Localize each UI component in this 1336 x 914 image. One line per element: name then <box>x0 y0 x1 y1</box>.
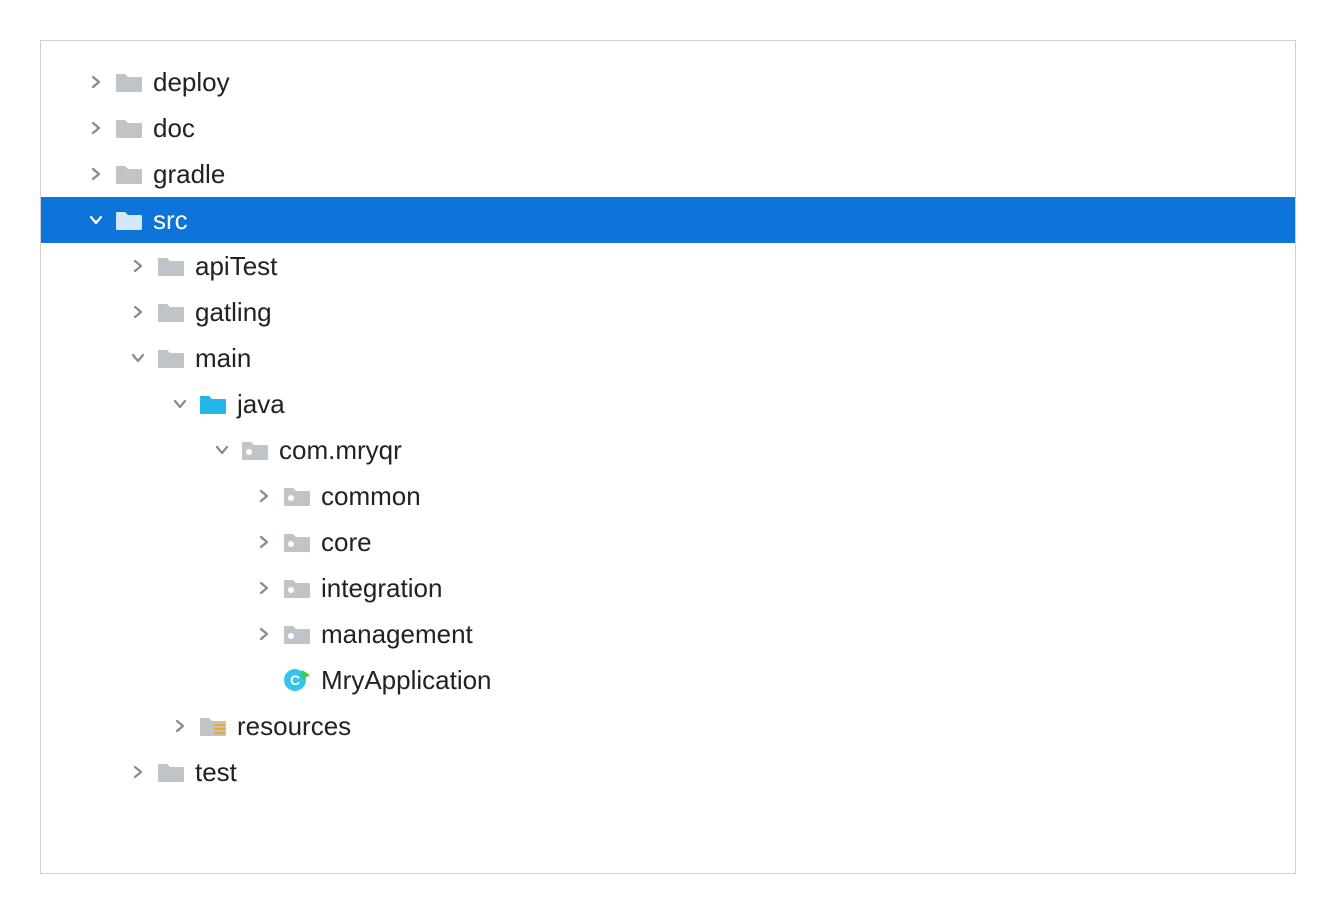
source-folder-icon <box>195 390 231 418</box>
runnable-class-icon: C <box>279 666 315 694</box>
folder-icon <box>153 252 189 280</box>
chevron-right-icon[interactable] <box>81 120 111 136</box>
package-icon <box>279 574 315 602</box>
folder-icon <box>111 68 147 96</box>
chevron-right-icon[interactable] <box>165 718 195 734</box>
chevron-right-icon[interactable] <box>249 488 279 504</box>
tree-item[interactable]: apiTest <box>41 243 1295 289</box>
folder-icon <box>111 160 147 188</box>
tree-item-label: gradle <box>151 159 225 190</box>
folder-icon <box>153 344 189 372</box>
tree-item-label: MryApplication <box>319 665 492 696</box>
tree-item[interactable]: main <box>41 335 1295 381</box>
tree-item[interactable]: C MryApplication <box>41 657 1295 703</box>
folder-icon <box>111 114 147 142</box>
tree-item-label: doc <box>151 113 195 144</box>
tree-item-label: deploy <box>151 67 230 98</box>
folder-icon <box>153 758 189 786</box>
tree-item-label: resources <box>235 711 351 742</box>
tree-item[interactable]: doc <box>41 105 1295 151</box>
package-icon <box>279 620 315 648</box>
chevron-down-icon[interactable] <box>123 350 153 366</box>
chevron-down-icon[interactable] <box>81 212 111 228</box>
tree-item[interactable]: integration <box>41 565 1295 611</box>
project-tree-panel: deploy doc gradle srcapiTest gatling main java… <box>40 40 1296 874</box>
tree-item[interactable]: java <box>41 381 1295 427</box>
tree-item-label: common <box>319 481 421 512</box>
tree-item[interactable]: test <box>41 749 1295 795</box>
svg-text:C: C <box>290 672 300 688</box>
chevron-right-icon[interactable] <box>249 580 279 596</box>
tree-item[interactable]: common <box>41 473 1295 519</box>
resources-folder-icon <box>195 712 231 740</box>
tree-item-label: gatling <box>193 297 272 328</box>
tree-item[interactable]: core <box>41 519 1295 565</box>
chevron-right-icon[interactable] <box>249 626 279 642</box>
chevron-right-icon[interactable] <box>81 74 111 90</box>
tree-item[interactable]: gatling <box>41 289 1295 335</box>
tree-item-label: core <box>319 527 372 558</box>
tree-item[interactable]: deploy <box>41 59 1295 105</box>
chevron-right-icon[interactable] <box>249 534 279 550</box>
tree-item-label: com.mryqr <box>277 435 402 466</box>
tree-item-label: java <box>235 389 285 420</box>
package-icon <box>279 528 315 556</box>
tree-item[interactable]: com.mryqr <box>41 427 1295 473</box>
tree-item-label: integration <box>319 573 442 604</box>
tree-item[interactable]: management <box>41 611 1295 657</box>
folder-icon <box>153 298 189 326</box>
tree-item-label: management <box>319 619 473 650</box>
chevron-right-icon[interactable] <box>123 258 153 274</box>
project-tree: deploy doc gradle srcapiTest gatling main java… <box>41 59 1295 795</box>
chevron-right-icon[interactable] <box>123 304 153 320</box>
chevron-right-icon[interactable] <box>81 166 111 182</box>
folder-icon <box>111 206 147 234</box>
tree-item-label: src <box>151 205 188 236</box>
tree-item[interactable]: gradle <box>41 151 1295 197</box>
tree-item-label: test <box>193 757 237 788</box>
tree-item-label: main <box>193 343 251 374</box>
chevron-right-icon[interactable] <box>123 764 153 780</box>
package-icon <box>237 436 273 464</box>
tree-item-label: apiTest <box>193 251 277 282</box>
tree-item[interactable]: src <box>41 197 1295 243</box>
chevron-down-icon[interactable] <box>165 396 195 412</box>
package-icon <box>279 482 315 510</box>
tree-item[interactable]: resources <box>41 703 1295 749</box>
chevron-down-icon[interactable] <box>207 442 237 458</box>
